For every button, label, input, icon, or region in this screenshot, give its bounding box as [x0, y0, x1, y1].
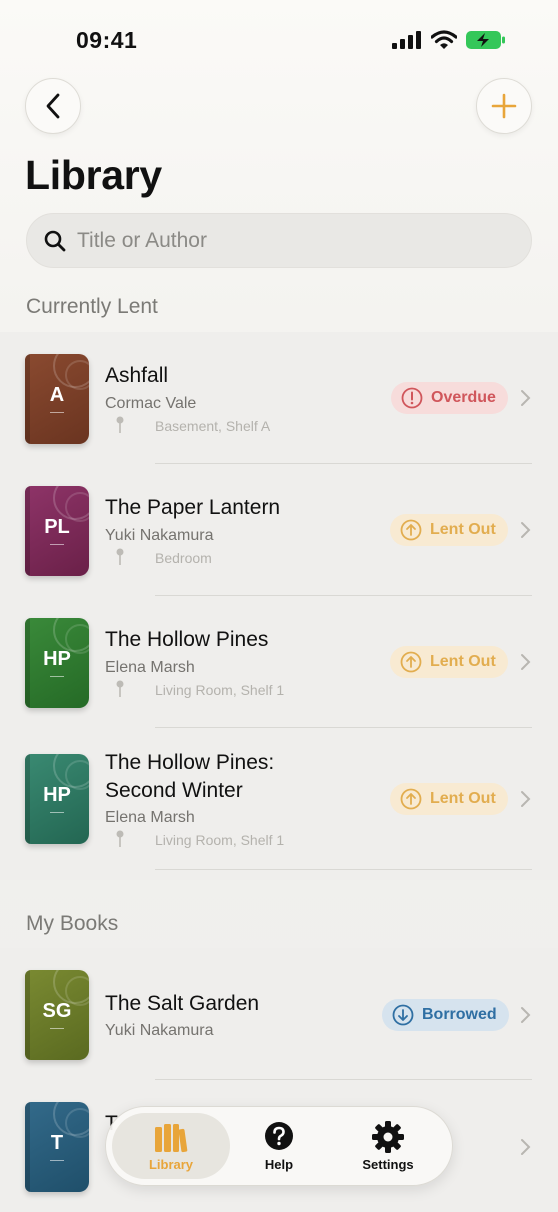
list-item-the-salt-garden[interactable]: SG The Salt Garden Yuki Nakamura Borrowe…	[0, 948, 558, 1080]
pin-icon	[116, 680, 124, 697]
arrow-up-circle-icon	[400, 651, 422, 673]
book-cover: HP	[25, 754, 89, 844]
page-title: Library	[25, 152, 162, 198]
wifi-icon	[431, 30, 457, 49]
status-badge-lent-out: Lent Out	[390, 646, 508, 678]
book-title: The Salt Garden	[105, 992, 260, 1015]
book-location: Bedroom	[155, 550, 212, 566]
cover-initials: HP	[43, 648, 71, 670]
arrow-up-circle-icon	[400, 519, 422, 541]
search-field[interactable]: Title or Author	[26, 213, 532, 268]
tab-label: Library	[148, 1157, 194, 1172]
status-badge-label: Overdue	[431, 389, 496, 406]
status-badge-label: Lent Out	[430, 790, 496, 807]
book-cover: T	[25, 1102, 89, 1192]
section-header-my-books: My Books	[26, 912, 119, 935]
tab-label: Settings	[362, 1157, 414, 1172]
plus-icon	[491, 93, 517, 119]
book-cover: SG	[25, 970, 89, 1060]
chevron-right-icon	[521, 1139, 531, 1155]
search-icon	[44, 230, 66, 251]
section-header-currently-lent: Currently Lent	[26, 295, 158, 318]
chevron-left-icon	[46, 93, 60, 119]
book-title: The Hollow Pines	[105, 628, 269, 651]
tab-library[interactable]: Library	[116, 1107, 226, 1185]
chevron-right-icon	[521, 522, 531, 538]
list-item-the-paper-lantern[interactable]: PL The Paper Lantern Yuki Nakamura Bedro…	[0, 464, 558, 596]
status-icons	[392, 30, 506, 50]
chevron-right-icon	[521, 791, 531, 807]
search-placeholder: Title or Author	[77, 228, 207, 252]
back-button[interactable]	[25, 78, 81, 134]
tab-bar: Library Help Settings	[105, 1106, 453, 1186]
status-badge-lent-out: Lent Out	[390, 783, 508, 815]
book-title: The Paper Lantern	[105, 496, 281, 519]
pin-icon	[116, 830, 124, 847]
status-badge-label: Lent Out	[430, 521, 496, 538]
tab-help[interactable]: Help	[224, 1107, 334, 1185]
book-author: Yuki Nakamura	[105, 1022, 214, 1039]
book-title: Ashfall	[105, 364, 169, 387]
tab-label: Help	[264, 1157, 294, 1172]
cover-initials: A	[49, 384, 65, 406]
pin-icon	[116, 548, 124, 565]
chevron-right-icon	[521, 390, 531, 406]
status-badge-overdue: Overdue	[391, 382, 508, 414]
status-time: 09:41	[76, 27, 138, 53]
divider	[155, 869, 532, 870]
book-cover: HP	[25, 618, 89, 708]
arrow-down-circle-icon	[392, 1004, 414, 1026]
status-badge-label: Lent Out	[430, 653, 496, 670]
book-author: Elena Marsh	[105, 809, 195, 826]
gear-icon	[372, 1121, 404, 1153]
book-location: Basement, Shelf A	[155, 418, 271, 434]
battery-charging-icon	[466, 31, 505, 49]
book-author: Elena Marsh	[105, 659, 195, 676]
list-item-ashfall[interactable]: A Ashfall Cormac Vale Basement, Shelf A …	[0, 332, 558, 464]
cellular-signal-icon	[392, 31, 421, 49]
cover-initials: T	[50, 1132, 64, 1154]
list-item-the-hollow-pines[interactable]: HP The Hollow Pines Elena Marsh Living R…	[0, 596, 558, 728]
status-badge-borrowed: Borrowed	[382, 999, 509, 1031]
book-title-line-1: The Hollow Pines:	[105, 751, 275, 774]
book-location: Living Room, Shelf 1	[155, 682, 285, 698]
exclamation-circle-icon	[401, 387, 423, 409]
book-cover: PL	[25, 486, 89, 576]
status-badge-label: Borrowed	[422, 1006, 497, 1023]
list-item-the-hollow-pines-second-winter[interactable]: HP The Hollow Pines: Second Winter Elena…	[0, 728, 558, 880]
book-author: Yuki Nakamura	[105, 527, 214, 544]
chevron-right-icon	[521, 654, 531, 670]
cover-initials: PL	[44, 516, 70, 538]
book-author: Cormac Vale	[105, 395, 197, 412]
add-book-button[interactable]	[476, 78, 532, 134]
status-badge-lent-out: Lent Out	[390, 514, 508, 546]
books-icon	[155, 1124, 188, 1153]
status-bar: 09:41	[0, 0, 558, 80]
cover-initials: HP	[43, 784, 71, 806]
pin-icon	[116, 416, 124, 433]
book-location: Living Room, Shelf 1	[155, 832, 285, 848]
cover-initials: SG	[42, 1000, 72, 1022]
book-cover: A	[25, 354, 89, 444]
tab-settings[interactable]: Settings	[333, 1107, 443, 1185]
book-title-line-2: Second Winter	[105, 779, 243, 802]
chevron-right-icon	[521, 1007, 531, 1023]
arrow-up-circle-icon	[400, 788, 422, 810]
question-circle-icon	[265, 1122, 293, 1150]
